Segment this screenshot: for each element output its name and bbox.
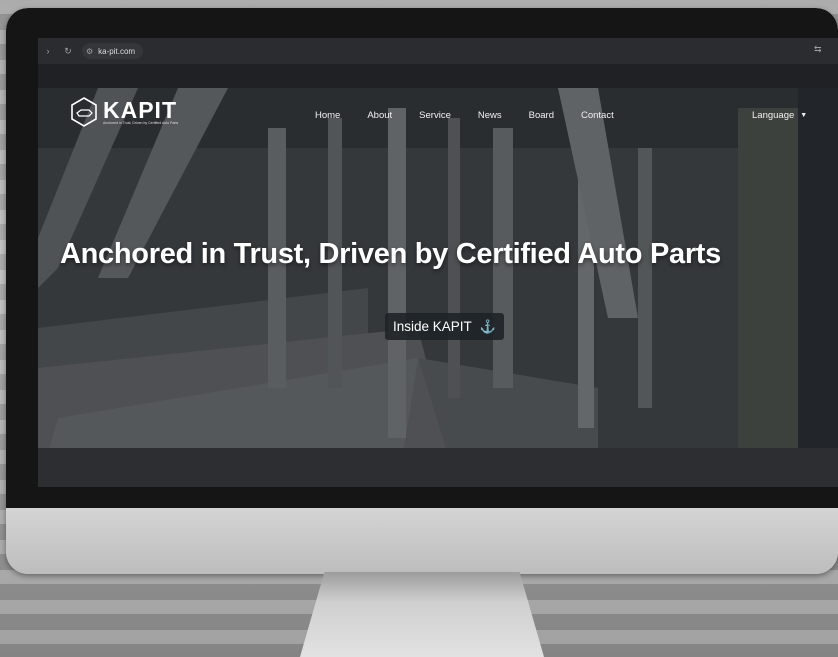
- inside-kapit-button[interactable]: Inside KAPIT ⚓: [385, 313, 504, 340]
- address-bar[interactable]: ⚙ ka-pit.com: [82, 43, 144, 59]
- main-menu: Home About Service News Board Contact: [315, 110, 614, 121]
- site-settings-icon[interactable]: ⚙: [86, 47, 93, 56]
- website-hero: KAPIT Anchored in Trust, Driven by Certi…: [38, 88, 838, 487]
- monitor-frame: › ↻ ⚙ ka-pit.com ⇆ KAPIT Anchored in Tru…: [6, 8, 838, 574]
- monitor-chin: [6, 508, 838, 574]
- hero-headline: Anchored in Trust, Driven by Certified A…: [60, 238, 721, 270]
- url-text: ka-pit.com: [98, 46, 136, 56]
- nav-home[interactable]: Home: [315, 110, 340, 121]
- language-dropdown[interactable]: Language ▼: [752, 110, 807, 121]
- logo-tagline: Anchored in Trust, Driven by Certified A…: [103, 120, 179, 125]
- chevron-down-icon: ▼: [800, 112, 808, 119]
- logo-hexagon-icon: [71, 97, 97, 127]
- monitor-screen: › ↻ ⚙ ka-pit.com ⇆ KAPIT Anchored in Tru…: [38, 38, 838, 487]
- site-navbar: KAPIT Anchored in Trust, Driven by Certi…: [38, 88, 838, 144]
- nav-service[interactable]: Service: [419, 110, 451, 121]
- nav-contact[interactable]: Contact: [581, 110, 614, 121]
- language-label: Language: [752, 110, 795, 121]
- nav-news[interactable]: News: [478, 110, 502, 121]
- cta-label: Inside KAPIT: [393, 319, 472, 334]
- hero-overlay: [38, 88, 838, 487]
- nav-board[interactable]: Board: [529, 110, 554, 121]
- anchor-icon: ⚓: [479, 318, 496, 334]
- monitor-stand: [300, 572, 544, 657]
- nav-about[interactable]: About: [367, 110, 392, 121]
- kapit-logo[interactable]: KAPIT Anchored in Trust, Driven by Certi…: [71, 97, 178, 127]
- browser-toolbar: › ↻ ⚙ ka-pit.com ⇆: [38, 38, 838, 64]
- logo-wordmark: KAPIT: [103, 96, 177, 123]
- translate-icon[interactable]: ⇆: [814, 44, 828, 58]
- reload-icon[interactable]: ↻: [62, 45, 74, 57]
- back-icon[interactable]: ›: [42, 45, 54, 57]
